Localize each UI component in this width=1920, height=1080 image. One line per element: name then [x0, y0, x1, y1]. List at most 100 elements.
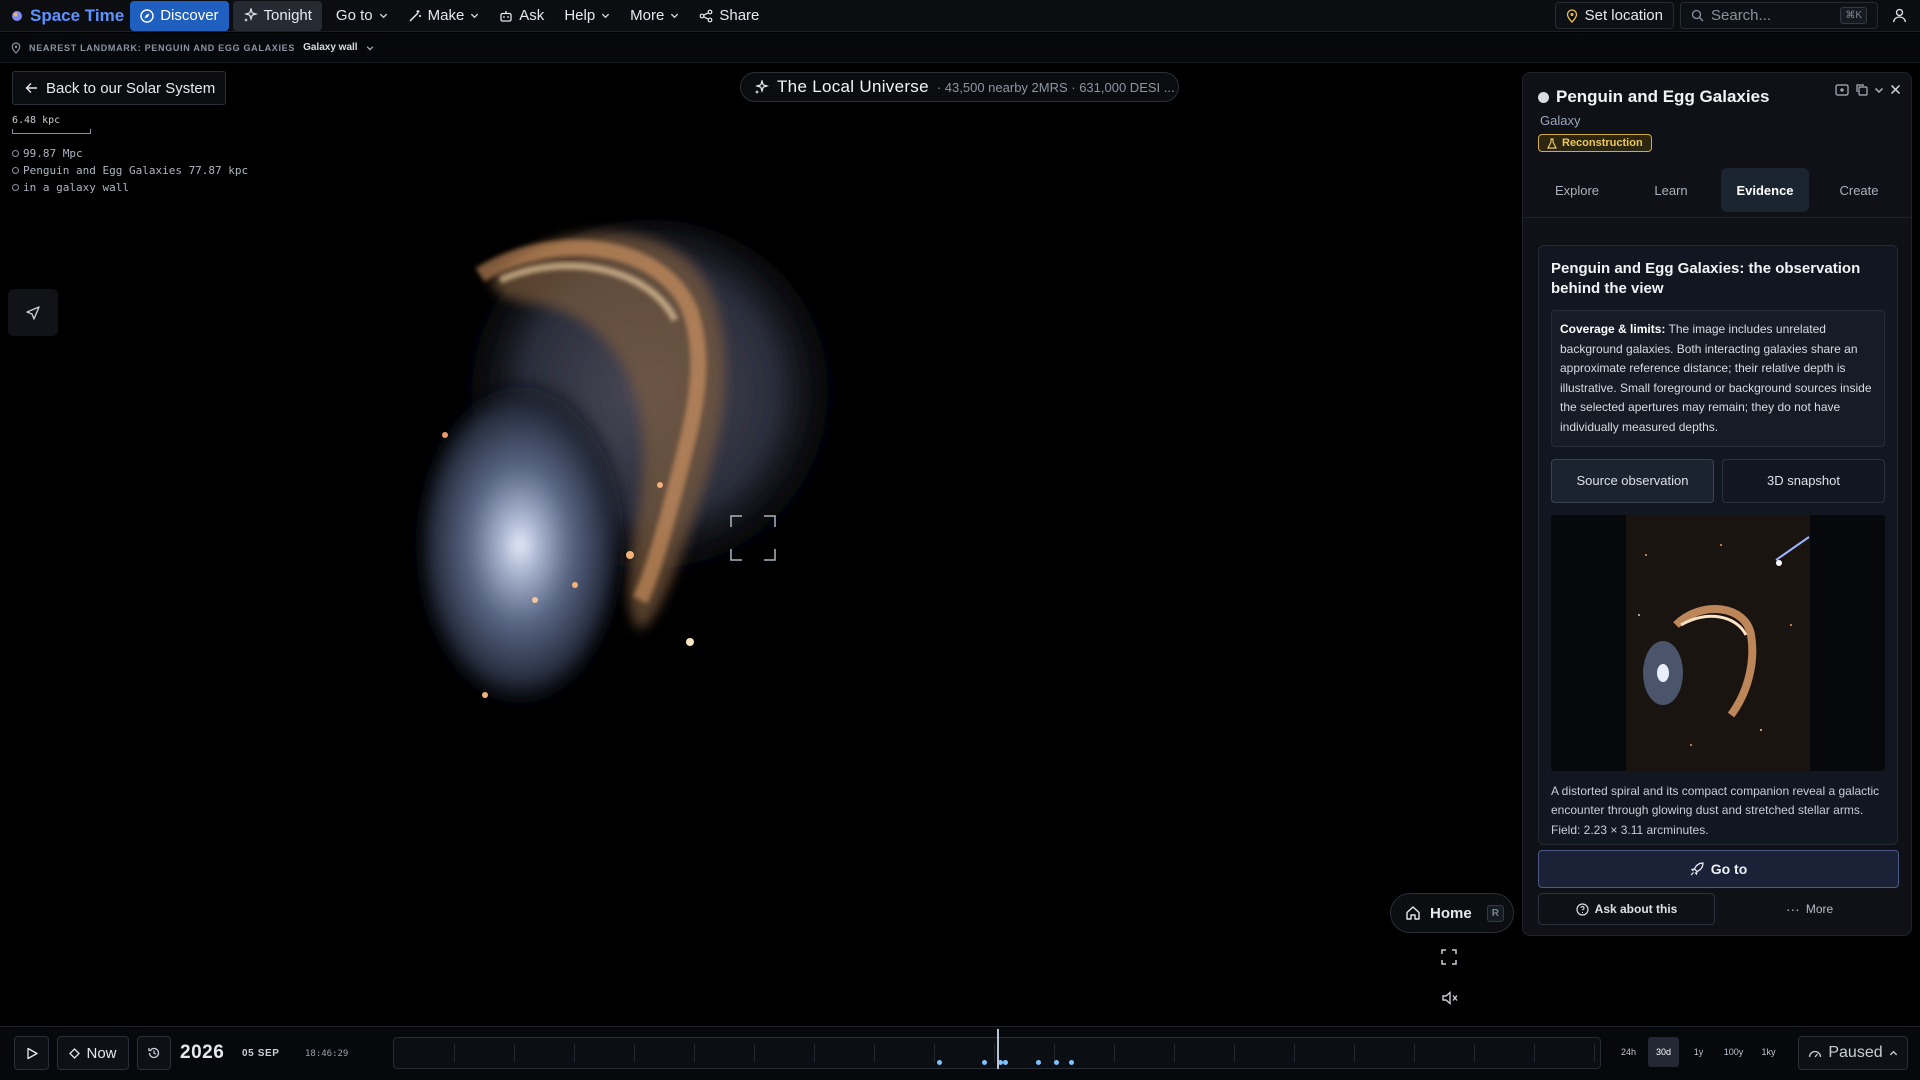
timeline-event-marker[interactable]: [982, 1060, 987, 1065]
chevron-down-icon[interactable]: [366, 44, 374, 52]
panel-tabs: Explore Learn Evidence Create: [1533, 168, 1903, 212]
history-icon: [148, 1047, 160, 1059]
share-label: Share: [719, 7, 760, 24]
divider: [1523, 217, 1911, 218]
chevron-down-icon[interactable]: [1874, 85, 1884, 95]
timeline-tick: [634, 1044, 635, 1062]
robot-icon: [500, 10, 512, 22]
source-observation-tab[interactable]: Source observation: [1551, 458, 1714, 503]
top-right-controls: Set location Search... ⌘K: [1554, 2, 1914, 29]
playback-status-button[interactable]: Paused: [1798, 1036, 1908, 1070]
home-shortcut: R: [1486, 904, 1504, 922]
fullscreen-icon[interactable]: [1441, 949, 1457, 965]
penguin-egg-galaxies-image: [410, 220, 840, 715]
chevron-down-icon: [671, 13, 679, 19]
more-menu[interactable]: More: [620, 1, 689, 31]
user-icon: [1892, 8, 1906, 23]
go-to-button[interactable]: Go to: [1538, 850, 1899, 888]
landmark-bar: NEAREST LANDMARK: PENGUIN AND EGG GALAXI…: [0, 33, 1920, 63]
timeline-event-marker[interactable]: [1036, 1060, 1041, 1065]
scale-bar: [12, 129, 91, 134]
make-menu[interactable]: Make: [398, 1, 490, 31]
go-to-label: Go to: [1710, 861, 1748, 877]
now-button[interactable]: Now: [57, 1036, 129, 1070]
set-location-label: Set location: [1584, 7, 1663, 24]
discover-label: Discover: [160, 7, 219, 24]
ask-label: Ask: [519, 7, 545, 24]
nearest-landmark-label: NEAREST LANDMARK: PENGUIN AND EGG GALAXI…: [29, 42, 296, 53]
timeline-event-marker[interactable]: [1054, 1060, 1059, 1065]
range-24h[interactable]: 24h: [1613, 1037, 1644, 1067]
search-input[interactable]: Search... ⌘K: [1680, 2, 1878, 29]
speed-gauge-icon: [1809, 1050, 1822, 1058]
timeline-tick: [934, 1044, 935, 1062]
dot-icon: [12, 150, 19, 157]
home-button[interactable]: Home R: [1390, 893, 1514, 933]
tab-learn[interactable]: Learn: [1627, 168, 1715, 212]
help-menu[interactable]: Help: [554, 1, 620, 31]
timeline-tick: [1174, 1044, 1175, 1062]
tab-explore[interactable]: Explore: [1533, 168, 1621, 212]
target-icon: [69, 1047, 81, 1059]
tab-evidence[interactable]: Evidence: [1721, 168, 1809, 212]
object-dot-icon: [1538, 91, 1549, 103]
home-icon: [1406, 906, 1420, 920]
timeline-tick: [1294, 1044, 1295, 1062]
scale-indicator: 6.48 kpc: [12, 115, 91, 134]
coord-row: in a galaxy wall: [12, 179, 248, 196]
galaxy-wall-dropdown[interactable]: Galaxy wall: [303, 42, 357, 53]
arrow-left-icon: [25, 83, 37, 93]
view-title: The Local Universe: [777, 77, 929, 96]
view-title-pill[interactable]: The Local Universe · 43,500 nearby 2MRS …: [740, 72, 1179, 102]
timeline-event-marker[interactable]: [1003, 1060, 1008, 1065]
timeline-event-marker[interactable]: [1069, 1060, 1074, 1065]
object-type: Galaxy: [1540, 113, 1581, 128]
playback-status: Paused: [1828, 1044, 1883, 1061]
galaxy-render[interactable]: [400, 200, 940, 740]
discover-button[interactable]: Discover: [130, 0, 229, 31]
pointer-tool-button[interactable]: [8, 289, 58, 336]
goto-menu[interactable]: Go to: [326, 1, 398, 31]
reconstruction-badge: Reconstruction: [1538, 134, 1652, 152]
ask-about-this-button[interactable]: Ask about this: [1538, 893, 1715, 925]
share-button[interactable]: Share: [689, 1, 769, 31]
timeline-tick: [1414, 1044, 1415, 1062]
coord-object: Penguin and Egg Galaxies 77.87 kpc: [23, 164, 249, 177]
3d-snapshot-tab[interactable]: 3D snapshot: [1722, 458, 1885, 503]
timeline-tick: [514, 1044, 515, 1062]
pin-to-view-icon[interactable]: [1835, 83, 1849, 96]
range-1ky[interactable]: 1ky: [1753, 1037, 1784, 1067]
time-range-selector: 24h 30d 1y 100y 1ky: [1613, 1037, 1784, 1069]
sound-muted-icon[interactable]: [1441, 990, 1459, 1006]
sparkles-icon: [243, 8, 258, 22]
timeline-tick: [994, 1044, 995, 1062]
tonight-button[interactable]: Tonight: [232, 0, 322, 31]
brand-logo[interactable]: Space Time: [6, 6, 130, 26]
help-circle-icon: [1576, 902, 1589, 916]
evidence-view-tabs: Source observation 3D snapshot: [1551, 458, 1885, 503]
timeline-playhead[interactable]: [997, 1029, 999, 1069]
current-time: 18:46:29: [305, 1049, 349, 1059]
share-icon: [699, 9, 713, 22]
timeline-event-marker[interactable]: [937, 1060, 942, 1065]
source-observation-image[interactable]: [1551, 514, 1885, 771]
play-button[interactable]: [14, 1036, 49, 1070]
tab-create[interactable]: Create: [1815, 168, 1903, 212]
range-30d[interactable]: 30d: [1648, 1037, 1679, 1067]
range-100y[interactable]: 100y: [1718, 1037, 1749, 1067]
copy-icon[interactable]: [1855, 83, 1868, 96]
range-1y[interactable]: 1y: [1683, 1037, 1714, 1067]
set-location-button[interactable]: Set location: [1554, 2, 1674, 29]
chevron-up-icon: [1889, 1050, 1897, 1055]
history-button[interactable]: [137, 1036, 171, 1070]
evidence-title: Penguin and Egg Galaxies: the observatio…: [1551, 260, 1861, 297]
back-to-solar-system-button[interactable]: Back to our Solar System: [12, 71, 227, 105]
ask-button[interactable]: Ask: [489, 1, 554, 31]
panel-more-button[interactable]: ··· More: [1721, 893, 1898, 925]
flask-icon: [1547, 137, 1557, 149]
goto-menu-label: Go to: [335, 7, 373, 24]
close-icon[interactable]: [1890, 84, 1901, 95]
top-toolbar: Space Time Discover Tonight Go to Make A…: [0, 0, 1920, 32]
timeline-tick: [1474, 1044, 1475, 1062]
user-button[interactable]: [1884, 8, 1914, 23]
